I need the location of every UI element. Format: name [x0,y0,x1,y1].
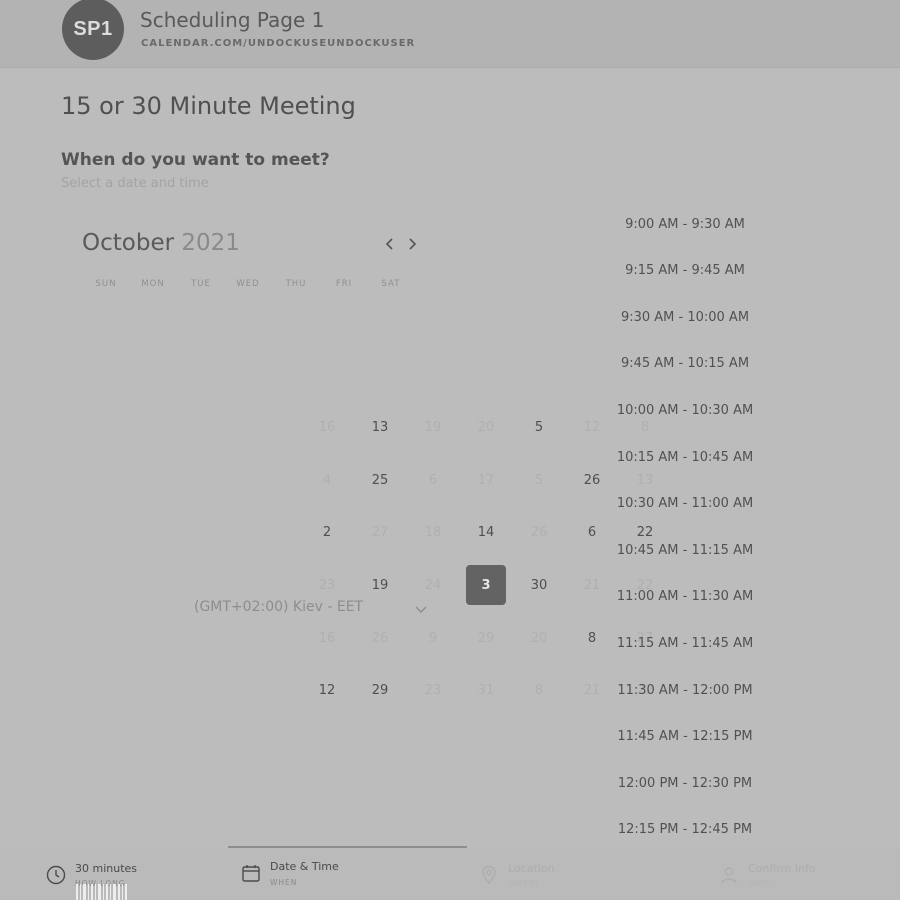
calendar-day: 20 [530,630,548,646]
calendar-day: 26 [371,630,389,646]
section-subtitle: Select a date and time [61,176,209,191]
step-location[interactable]: Location WHERE [478,848,658,900]
month-name: October [82,230,175,256]
month-label: October 2021 [82,230,240,256]
step-sublabel: WHERE [508,879,541,888]
calendar-day: 18 [424,524,442,540]
time-slot[interactable]: 11:00 AM - 11:30 AM [600,577,770,617]
calendar-day[interactable]: 25 [360,460,400,500]
header: SP1 Scheduling Page 1 CALENDAR.COM/UNDOC… [0,0,900,68]
page-url[interactable]: CALENDAR.COM/UNDOCKUSEUNDOCKUSER [141,38,415,49]
calendar-day: 5 [534,472,544,488]
step-confirm-info[interactable]: Confirm Info WHO [718,848,888,900]
calendar-day[interactable]: 14 [466,512,506,552]
chevron-right-icon [409,238,417,250]
user-icon [721,867,737,884]
timezone-select[interactable]: (GMT+02:00) Kiev - EET [194,599,363,615]
calendar-day: 17 [477,472,495,488]
calendar-day: 6 [428,472,438,488]
calendar-day: 27 [371,524,389,540]
calendar-day: 8 [534,682,544,698]
calendar-day[interactable]: 5 [519,407,559,447]
step-label: 30 minutes [75,862,138,875]
time-slot[interactable]: 9:00 AM - 9:30 AM [600,204,770,244]
page-name: Scheduling Page 1 [140,8,325,32]
step-label: Location [508,862,555,875]
weekday-label: THU [285,279,307,289]
year-label: 2021 [181,230,240,256]
calendar-day: 19 [424,419,442,435]
clock-icon [46,865,66,885]
time-slot[interactable]: 9:30 AM - 10:00 AM [600,297,770,337]
calendar-day: 24 [424,577,442,593]
weekday-label: SUN [95,279,117,289]
step-sublabel: WHO [748,879,770,888]
section-question: When do you want to meet? [61,150,330,170]
prev-month-button[interactable] [382,234,398,254]
time-slot[interactable]: 9:15 AM - 9:45 AM [600,251,770,291]
step-label: Confirm Info [748,862,816,875]
time-slot[interactable]: 10:30 AM - 11:00 AM [600,484,770,524]
meeting-title: 15 or 30 Minute Meeting [61,92,356,120]
step-date-time[interactable]: Date & Time WHEN [240,848,440,900]
weekday-label: MON [141,279,165,289]
calendar-day: 16 [318,630,336,646]
chevron-down-icon [415,606,427,613]
time-slot[interactable]: 9:45 AM - 10:15 AM [600,344,770,384]
chevron-left-icon [385,238,393,250]
calendar-day[interactable]: 13 [360,407,400,447]
time-slot[interactable]: 11:45 AM - 12:15 PM [600,717,770,757]
next-month-button[interactable] [404,234,420,254]
time-slot[interactable]: 12:15 PM - 12:45 PM [600,810,770,850]
calendar-day[interactable]: 30 [519,565,559,605]
calendar-day: 23 [424,682,442,698]
time-slot-list: 9:00 AM - 9:30 AM 9:15 AM - 9:45 AM 9:30 A… [600,200,770,850]
time-slot[interactable]: 11:30 AM - 12:00 PM [600,670,770,710]
calendar-day: 29 [477,630,495,646]
weekday-label: FRI [335,279,353,289]
calendar-day: 20 [477,419,495,435]
calendar-day[interactable]: 2 [307,512,347,552]
calendar-day: 26 [530,524,548,540]
calendar-day[interactable]: 29 [360,670,400,710]
weekday-label: TUE [191,279,211,289]
weekday-label: SAT [381,279,401,289]
step-navigation: 30 minutes HOW LONG Date & Time WHEN Loc… [0,848,900,900]
calendar-icon [242,865,260,882]
time-slot[interactable]: 10:15 AM - 10:45 AM [600,437,770,477]
location-pin-icon [482,865,496,885]
calendar-day: 9 [428,630,438,646]
barcode-graphic [76,884,127,900]
calendar-day-selected[interactable]: 3 [466,565,506,605]
time-slot[interactable]: 12:00 PM - 12:30 PM [600,763,770,803]
calendar-day[interactable]: 12 [307,670,347,710]
step-sublabel: WHEN [270,878,298,887]
calendar-day: 4 [322,472,332,488]
timezone-dropdown-button[interactable] [413,601,429,617]
time-slot[interactable]: 10:45 AM - 11:15 AM [600,530,770,570]
weekday-label: WED [236,279,260,289]
calendar-day[interactable]: 19 [360,565,400,605]
time-slot[interactable]: 11:15 AM - 11:45 AM [600,623,770,663]
avatar: SP1 [62,0,124,60]
calendar-day: 31 [477,682,495,698]
weekday-header: SUN MON TUE WED THU FRI SAT [82,279,412,291]
step-label: Date & Time [270,860,339,873]
time-slot[interactable]: 10:00 AM - 10:30 AM [600,390,770,430]
calendar-day: 16 [318,419,336,435]
